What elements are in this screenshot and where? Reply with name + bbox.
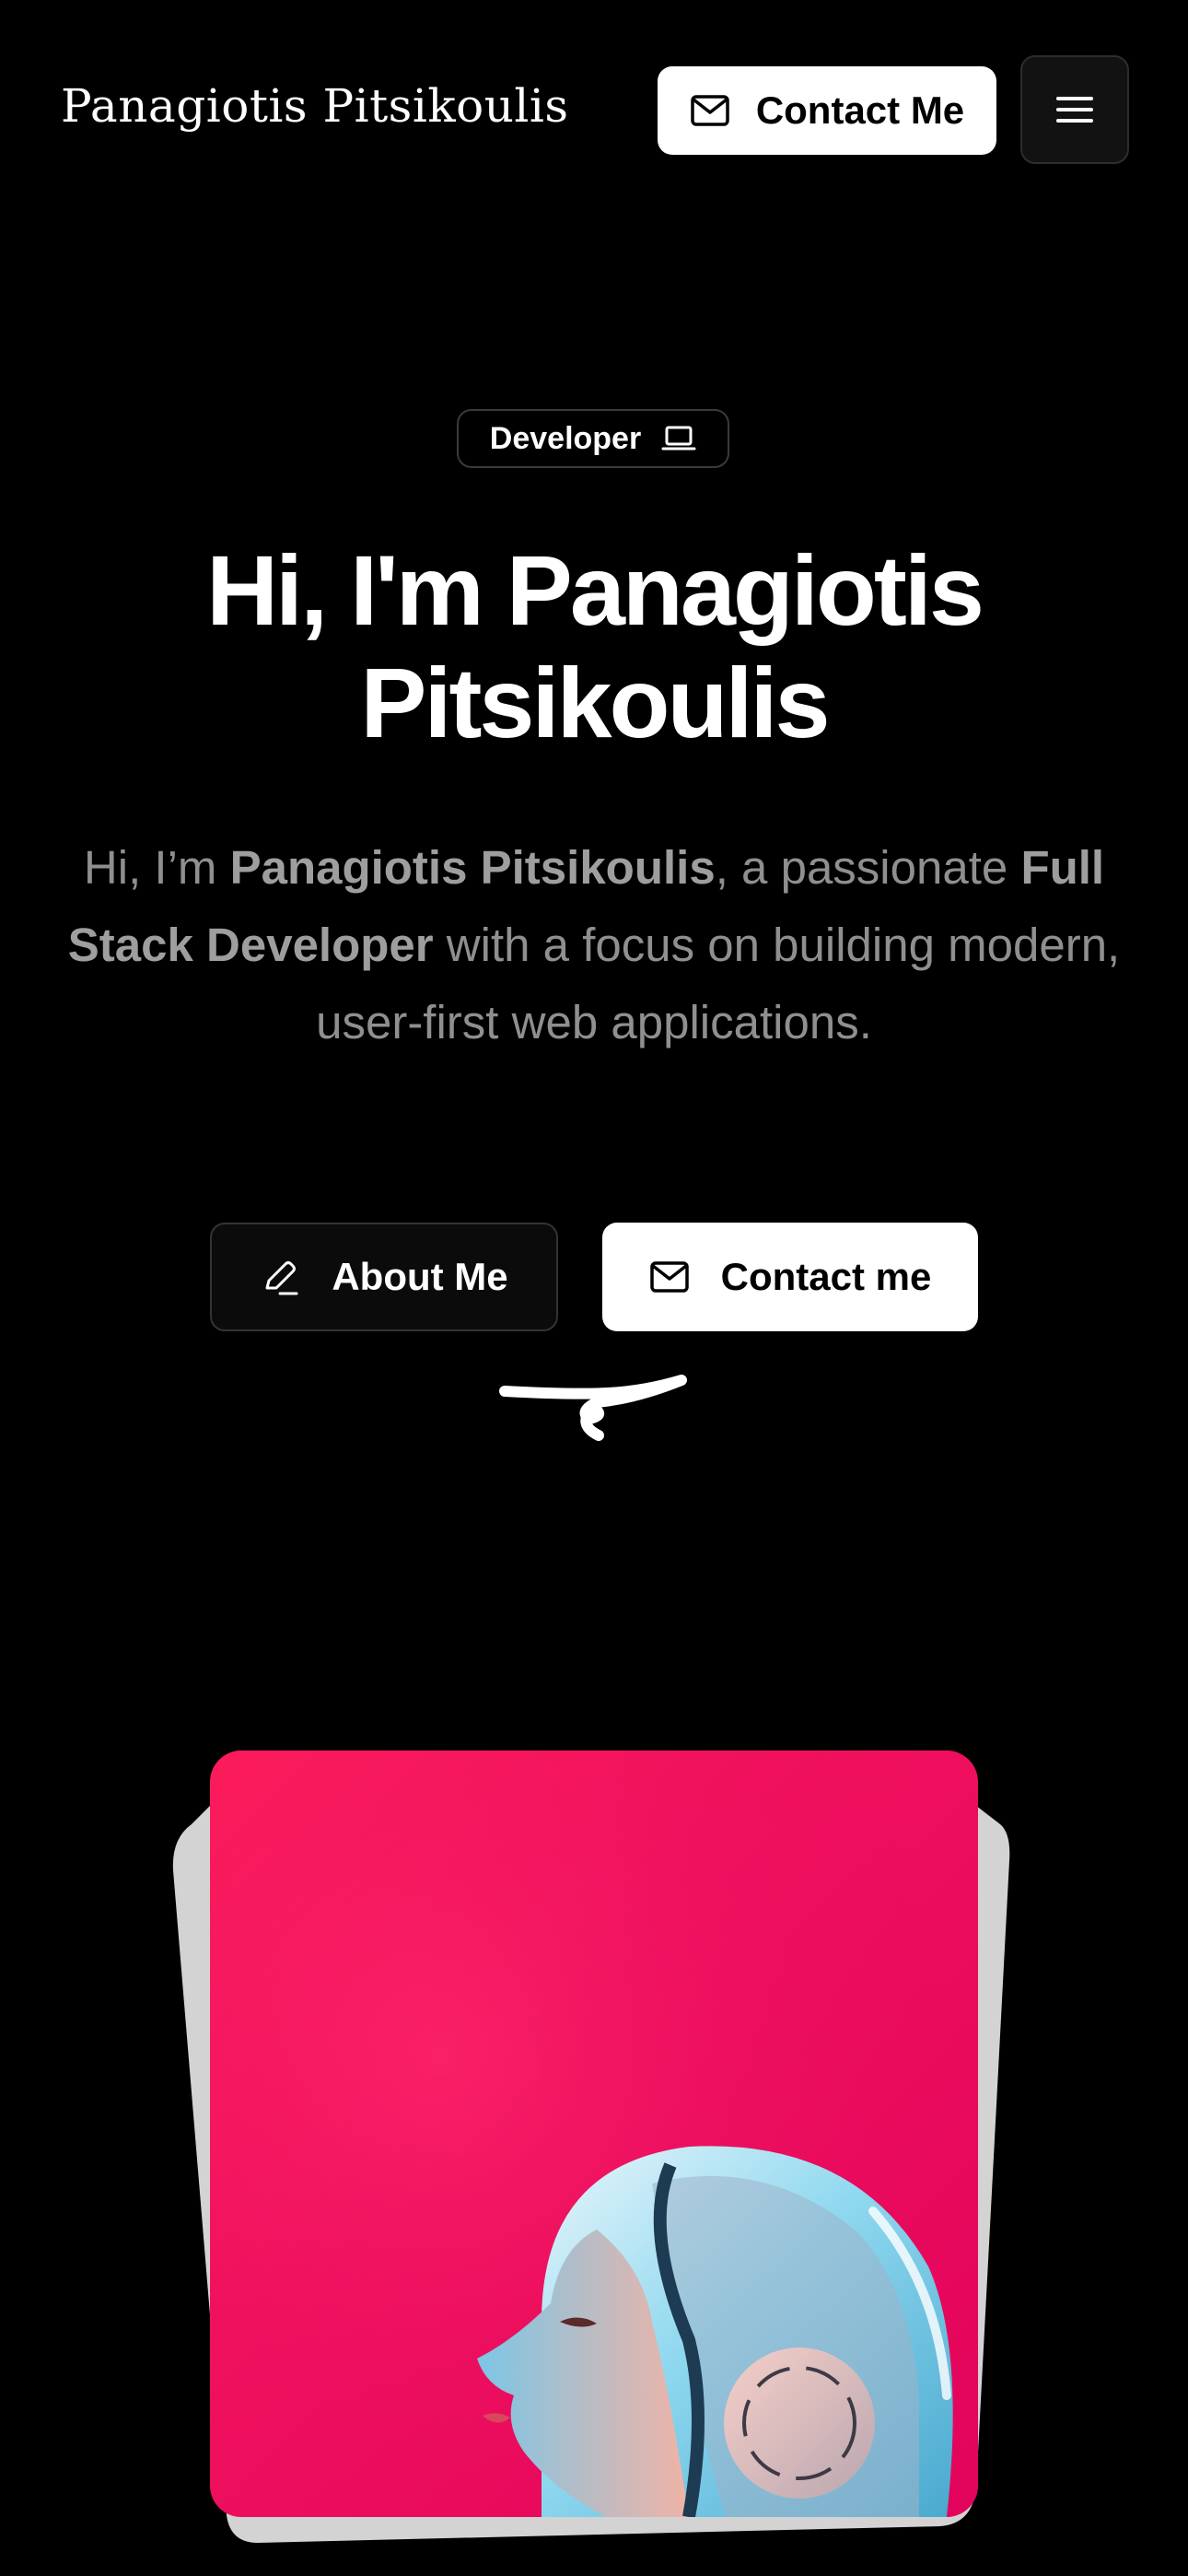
- astronaut-helmet-illustration: [210, 1751, 978, 2517]
- desc-text-3: with a focus on building modern, user-fi…: [316, 919, 1121, 1048]
- hero-title-line1: Hi, I'm Panagiotis: [206, 534, 984, 646]
- laptop-icon: [661, 426, 696, 451]
- about-me-button[interactable]: About Me: [210, 1223, 558, 1331]
- pencil-icon: [265, 1261, 298, 1295]
- mail-icon: [649, 1261, 689, 1293]
- hero-description: Hi, I’m Panagiotis Pitsikoulis, a passio…: [37, 829, 1151, 1061]
- contact-me-label: Contact me: [720, 1255, 932, 1298]
- desc-name: Panagiotis Pitsikoulis: [229, 841, 716, 894]
- contact-me-button[interactable]: Contact me: [602, 1223, 978, 1331]
- role-badge: Developer: [457, 409, 729, 468]
- menu-button[interactable]: [1020, 55, 1129, 164]
- header-contact-label: Contact Me: [755, 88, 965, 132]
- hero-title-line2: Pitsikoulis: [360, 647, 830, 758]
- role-badge-label: Developer: [489, 420, 642, 456]
- brand-name[interactable]: Panagiotis Pitsikoulis: [61, 79, 569, 133]
- menu-icon: [1056, 97, 1093, 123]
- desc-text-1: Hi, I’m: [83, 841, 230, 894]
- site-header: Panagiotis Pitsikoulis Contact Me: [0, 0, 1188, 221]
- about-me-label: About Me: [332, 1255, 508, 1298]
- header-contact-button[interactable]: Contact Me: [658, 66, 996, 155]
- desc-text-2: , a passionate: [715, 841, 1021, 894]
- mail-icon: [691, 95, 729, 126]
- hero-photo-card: [210, 1751, 978, 2517]
- hero-title: Hi, I'm Panagiotis Pitsikoulis: [0, 534, 1188, 759]
- squiggle-decoration: [499, 1375, 687, 1441]
